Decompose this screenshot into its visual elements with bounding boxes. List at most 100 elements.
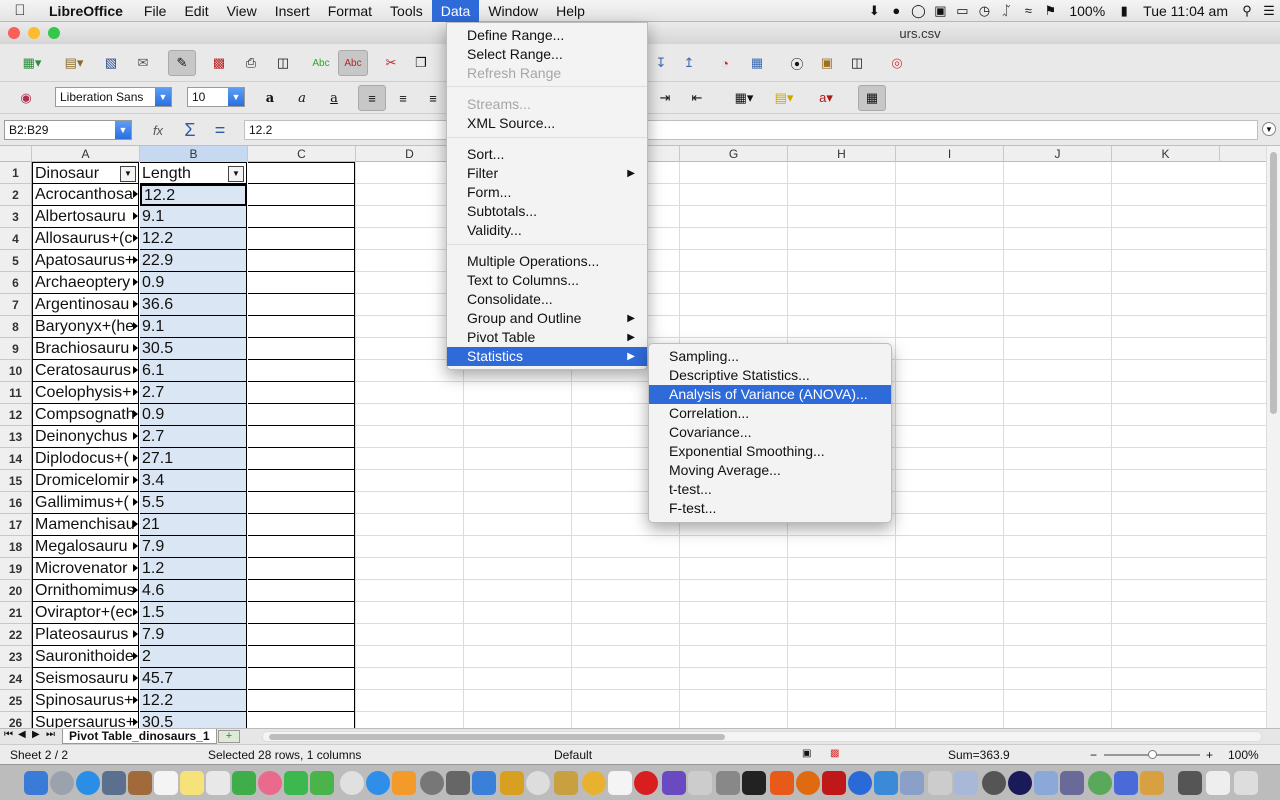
table-cell[interactable]: 2.7	[140, 426, 247, 448]
header-cell[interactable]: Dinosaur ▼	[32, 162, 139, 184]
sheet-nav-first-icon[interactable]: ⏮	[4, 729, 13, 740]
borders-icon[interactable]: ▦▾	[726, 85, 762, 111]
table-cell[interactable]: Allosaurus+(c	[32, 228, 139, 250]
table-cell[interactable]	[248, 382, 355, 404]
bbedit-icon[interactable]	[1008, 771, 1032, 795]
table-cell[interactable]: 30.5	[140, 338, 247, 360]
row-header[interactable]: 5	[0, 250, 32, 272]
zoom-slider-knob[interactable]	[1148, 750, 1157, 759]
submenu-item[interactable]: Covariance...	[649, 423, 891, 442]
scrollbar-thumb[interactable]	[269, 734, 725, 740]
underline-icon[interactable]: a	[322, 85, 346, 111]
table-cell[interactable]	[248, 536, 355, 558]
table-cell[interactable]: Megalosauru	[32, 536, 139, 558]
row-header[interactable]: 7	[0, 294, 32, 316]
notification-center-icon[interactable]: ☰	[1258, 0, 1280, 22]
table-cell[interactable]	[248, 206, 355, 228]
row-header[interactable]: 3	[0, 206, 32, 228]
print-preview-icon[interactable]: ◫	[270, 50, 296, 76]
menu-item[interactable]: XML Source...	[447, 114, 647, 133]
document-icon[interactable]	[608, 771, 632, 795]
row-header[interactable]: 4	[0, 228, 32, 250]
download-icon[interactable]: ⬇	[863, 0, 885, 22]
table-cell[interactable]: Diplodocus+(	[32, 448, 139, 470]
menu-item[interactable]: Define Range...	[447, 26, 647, 45]
row-header[interactable]: 1	[0, 162, 32, 184]
save-icon[interactable]: ▧	[98, 50, 124, 76]
table-cell[interactable]: Dromicelomir	[32, 470, 139, 492]
preview-icon[interactable]	[688, 771, 712, 795]
help-lifebuoy-icon[interactable]: ◎	[884, 50, 910, 76]
table-cell[interactable]: Sauronithoide	[32, 646, 139, 668]
print-icon[interactable]: ⎙	[238, 50, 264, 76]
table-cell[interactable]: Spinosaurus+	[32, 690, 139, 712]
menu-data[interactable]: Data	[431, 0, 480, 22]
insert-chart-icon[interactable]: ◔	[712, 50, 738, 76]
maps-icon[interactable]	[232, 771, 256, 795]
select-all-corner[interactable]	[0, 146, 32, 162]
table-cell[interactable]	[248, 558, 355, 580]
menu-item[interactable]: Filter ▶	[447, 164, 647, 183]
time-machine-icon[interactable]: ◷	[973, 0, 995, 22]
cut-icon[interactable]: ✂	[378, 50, 404, 76]
table-cell[interactable]: 36.6	[140, 294, 247, 316]
sort-descending-icon[interactable]: ↥	[676, 50, 702, 76]
font-size-combo[interactable]: 10 ▼	[187, 87, 245, 107]
facetime-icon[interactable]	[310, 771, 334, 795]
zoom-level[interactable]: 100%	[1228, 748, 1259, 762]
filezilla-icon[interactable]	[822, 771, 846, 795]
row-header[interactable]: 6	[0, 272, 32, 294]
row-header[interactable]: 23	[0, 646, 32, 668]
table-cell[interactable]: Ornithomimus	[32, 580, 139, 602]
table-cell[interactable]: 7.9	[140, 536, 247, 558]
font-color-icon[interactable]: a▾	[806, 85, 846, 111]
table-cell[interactable]: Supersaurus+	[32, 712, 139, 728]
row-header[interactable]: 21	[0, 602, 32, 624]
itunes-icon[interactable]	[340, 771, 364, 795]
menu-file[interactable]: File	[135, 0, 176, 22]
row-header[interactable]: 9	[0, 338, 32, 360]
header-cell[interactable]: Length ▼	[140, 162, 247, 184]
new-document-icon[interactable]: ▦▾	[14, 50, 50, 76]
name-box[interactable]: B2:B29 ▼	[4, 120, 132, 140]
table-cell[interactable]: 22.9	[140, 250, 247, 272]
image-capture-icon[interactable]	[716, 771, 740, 795]
row-header[interactable]: 2	[0, 184, 32, 206]
data-sources-icon[interactable]: ◫	[844, 50, 870, 76]
autospellcheck-icon[interactable]: Abc	[338, 50, 368, 76]
sheet-nav-last-icon[interactable]: ⏭	[46, 729, 55, 740]
table-cell[interactable]: Archaeoptery	[32, 272, 139, 294]
table-cell[interactable]	[248, 404, 355, 426]
open-folder-icon[interactable]: ▤▾	[56, 50, 92, 76]
table-cell[interactable]	[248, 492, 355, 514]
column-header[interactable]: C	[248, 146, 356, 162]
mail-icon[interactable]	[102, 771, 126, 795]
table-cell[interactable]: 27.1	[140, 448, 247, 470]
apple-icon[interactable]: 	[0, 2, 40, 19]
table-cell[interactable]: Acrocanthosa	[32, 184, 139, 206]
menu-item[interactable]: Sort...	[447, 145, 647, 164]
table-cell[interactable]: 6.1	[140, 360, 247, 382]
vertical-scrollbar[interactable]	[1266, 146, 1280, 728]
table-cell[interactable]	[248, 668, 355, 690]
email-icon[interactable]: ✉	[130, 50, 156, 76]
page-style[interactable]: Default	[554, 748, 592, 762]
submenu-item[interactable]: Correlation...	[649, 404, 891, 423]
spotlight-search-icon[interactable]: ⚲	[1236, 0, 1258, 22]
table-cell[interactable]: 4.6	[140, 580, 247, 602]
row-header[interactable]: 8	[0, 316, 32, 338]
menu-item[interactable]: Subtotals...	[447, 202, 647, 221]
table-cell[interactable]	[248, 316, 355, 338]
align-right-icon[interactable]: ≡	[420, 85, 446, 111]
xcode-icon[interactable]	[1114, 771, 1138, 795]
menu-insert[interactable]: Insert	[266, 0, 319, 22]
row-header[interactable]: 20	[0, 580, 32, 602]
menu-help[interactable]: Help	[547, 0, 594, 22]
bold-icon[interactable]: a	[258, 85, 282, 111]
photos-icon[interactable]	[258, 771, 282, 795]
close-window-button[interactable]	[8, 27, 20, 39]
gallery-icon[interactable]: ▣	[814, 50, 840, 76]
system-preferences-icon[interactable]	[420, 771, 444, 795]
add-sheet-icon[interactable]: +	[218, 730, 240, 743]
formula-equals-icon[interactable]: =	[208, 117, 232, 143]
